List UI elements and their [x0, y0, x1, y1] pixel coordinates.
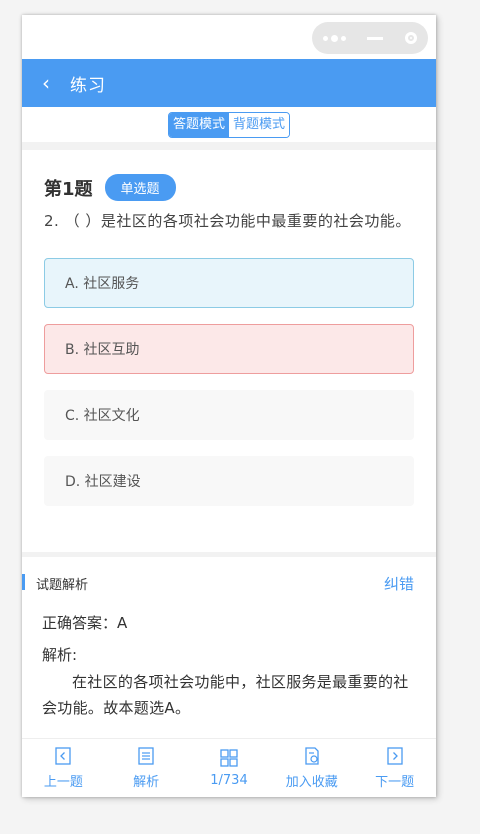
next-question-button[interactable]: 下一题 — [357, 746, 433, 790]
answer-card-button[interactable]: 1/734 — [191, 748, 267, 788]
section-accent-bar — [22, 574, 25, 590]
question-type-badge: 单选题 — [104, 174, 176, 201]
analysis-button[interactable]: 解析 — [108, 746, 184, 790]
option-a[interactable]: A. 社区服务 — [44, 258, 414, 308]
progress-label: 1/734 — [210, 773, 248, 788]
explanation-text: 在社区的各项社会功能中，社区服务是最重要的社会功能。故本题选A。 — [42, 673, 409, 717]
question-text: 2. （ ）是社区的各项社会功能中最重要的社会功能。 — [44, 212, 411, 230]
explanation-label: 解析: — [42, 646, 78, 664]
answer-mode-button[interactable]: 答题模式 — [168, 112, 229, 137]
prev-label: 上一题 — [43, 775, 83, 790]
bottom-toolbar: 上一题 解析 1/734 加入收藏 下一题 — [22, 738, 436, 797]
analysis-header: 试题解析 纠错 — [22, 557, 436, 594]
divider — [22, 142, 436, 150]
analysis-label: 解析 — [133, 775, 160, 790]
question-section: 第1题 单选题 2. （ ）是社区的各项社会功能中最重要的社会功能。 A. 社区… — [22, 174, 436, 506]
more-icon[interactable] — [322, 34, 346, 42]
phone-frame: ‹ 练习 答题模式 背题模式 第1题 单选题 2. （ ）是社区的各项社会功能中… — [22, 15, 436, 797]
grid-icon — [220, 749, 238, 767]
next-label: 下一题 — [375, 775, 415, 790]
analysis-title: 试题解析 — [36, 578, 89, 593]
favorite-label: 加入收藏 — [285, 775, 338, 790]
back-icon[interactable]: ‹ — [42, 71, 70, 95]
option-c[interactable]: C. 社区文化 — [44, 390, 414, 440]
minimize-icon[interactable] — [367, 36, 384, 40]
option-label: B. 社区互助 — [65, 342, 140, 358]
page-title: 练习 — [70, 75, 106, 96]
option-label: C. 社区文化 — [65, 408, 140, 424]
mode-bar: 答题模式 背题模式 — [22, 107, 436, 142]
question-header: 第1题 单选题 — [44, 174, 414, 201]
option-label: D. 社区建设 — [65, 474, 141, 490]
option-d[interactable]: D. 社区建设 — [44, 456, 414, 506]
status-bar — [22, 15, 436, 59]
favorite-button[interactable]: 加入收藏 — [274, 746, 350, 790]
option-label: A. 社区服务 — [65, 276, 140, 292]
prev-question-button[interactable]: 上一题 — [25, 746, 101, 790]
chevron-left-icon — [55, 747, 72, 765]
option-b[interactable]: B. 社区互助 — [44, 324, 414, 374]
recite-mode-button[interactable]: 背题模式 — [229, 112, 290, 137]
report-error-link[interactable]: 纠错 — [384, 573, 414, 594]
chevron-right-icon — [386, 747, 403, 765]
question-number: 第1题 — [44, 178, 93, 200]
nav-bar: ‹ 练习 — [22, 59, 436, 107]
analysis-body: 正确答案：A 解析: 在社区的各项社会功能中，社区服务是最重要的社会功能。故本题… — [22, 594, 436, 721]
document-icon — [138, 747, 154, 765]
close-icon[interactable] — [405, 32, 418, 44]
mode-toggle: 答题模式 背题模式 — [167, 111, 291, 138]
bookmark-add-icon — [305, 747, 319, 765]
miniprogram-capsule — [312, 22, 428, 54]
correct-answer: 正确答案：A — [42, 614, 128, 632]
